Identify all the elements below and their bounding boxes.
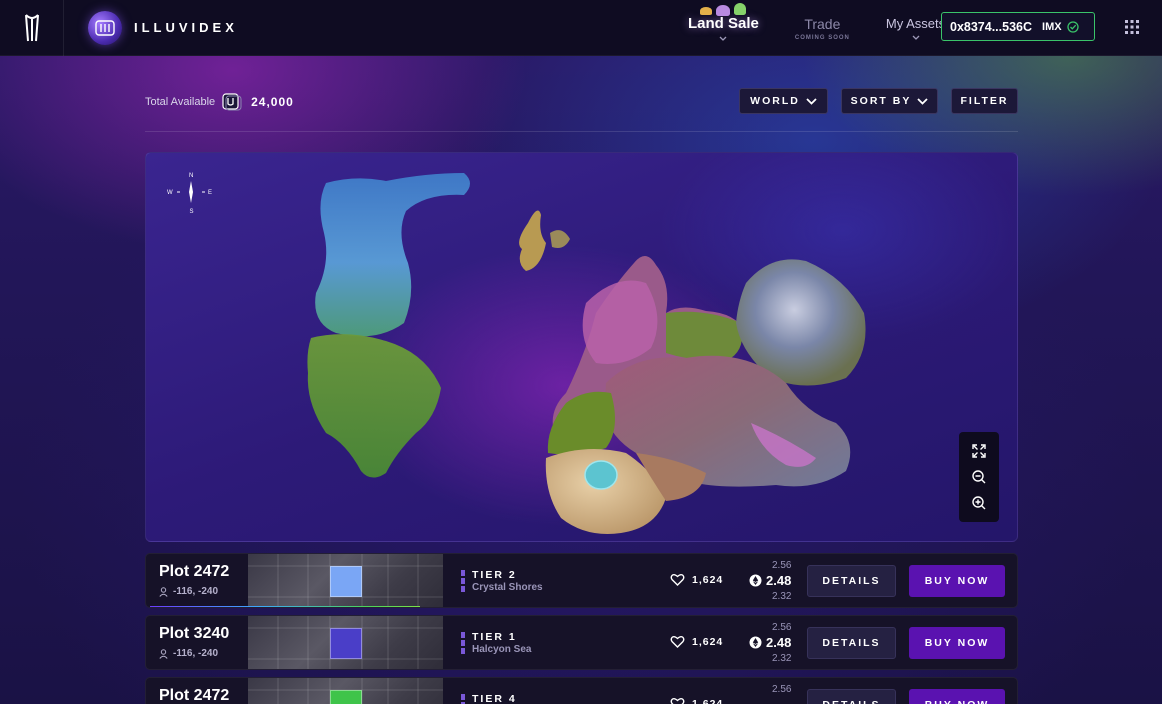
buy-now-button[interactable]: BUY NOW <box>909 627 1005 659</box>
app-grid-icon[interactable] <box>1124 19 1140 35</box>
compass-w: W <box>167 190 173 196</box>
plot-likes-count: 1,624 <box>692 573 724 586</box>
sort-by-dropdown-label: SORT BY <box>850 95 912 107</box>
wallet-token: IMX <box>1042 20 1062 33</box>
plot-region: Crystal Shores <box>472 582 543 593</box>
plot-price: 2.48 <box>749 635 791 650</box>
plot-thumbnail <box>248 616 443 669</box>
details-button[interactable]: DETAILS <box>807 627 896 659</box>
top-header: ILLUVIDEX Land Sale Trade COMING SOON My… <box>0 0 1162 56</box>
plot-name: Plot 3240 <box>159 625 230 642</box>
plot-coords: -116, -240 <box>159 648 218 659</box>
nav-trade-label: Trade <box>804 15 841 32</box>
eth-icon <box>749 636 762 649</box>
tier-indicator <box>461 570 465 592</box>
map-zoom-controls <box>959 432 999 522</box>
chevron-down-icon <box>806 97 817 105</box>
user-icon <box>159 648 168 659</box>
nav-land-sale-label: Land Sale <box>688 14 759 32</box>
plot-price-value: 2.48 <box>766 635 792 650</box>
illuvium-logo-icon <box>24 13 39 41</box>
heart-icon <box>670 636 685 648</box>
compass-s: S <box>190 209 194 215</box>
chevron-down-icon <box>912 35 919 40</box>
compass-icon: N S W E <box>167 173 212 215</box>
plot-thumbnail <box>248 678 443 704</box>
land-sale-deco-icon <box>690 2 757 17</box>
details-button[interactable]: DETAILS <box>807 689 896 704</box>
plot-likes[interactable]: 1,624 <box>670 697 723 704</box>
plot-coords: -116, -240 <box>159 586 218 597</box>
zoom-in-icon[interactable] <box>971 495 987 511</box>
nav-trade-sublabel: COMING SOON <box>794 34 850 41</box>
map-terrain <box>307 173 866 534</box>
zoom-out-icon[interactable] <box>971 469 987 485</box>
plot-price-high: 2.56 <box>772 622 792 633</box>
compass-n: N <box>189 173 193 179</box>
total-available-value: 24,000 <box>251 95 294 109</box>
plot-highlight <box>330 628 362 659</box>
plot-price-low: 2.32 <box>772 653 792 664</box>
plot-tier: TIER 2 <box>472 569 517 581</box>
plot-name: Plot 2472 <box>159 687 230 704</box>
illuvium-logo[interactable] <box>0 0 64 56</box>
plot-price-high: 2.56 <box>772 560 792 571</box>
fullscreen-icon[interactable] <box>971 443 987 459</box>
plot-price: 2.48 <box>749 573 791 588</box>
check-circle-icon <box>1066 20 1079 33</box>
land-token-icon <box>222 93 242 111</box>
plot-progress-bar <box>150 606 420 607</box>
tier-indicator <box>461 632 465 654</box>
buy-now-button[interactable]: BUY NOW <box>909 689 1005 704</box>
total-available-label: Total Available <box>145 96 216 108</box>
plot-likes-count: 1,624 <box>692 697 724 704</box>
plot-price-low: 2.32 <box>772 591 792 602</box>
details-button[interactable]: DETAILS <box>807 565 896 597</box>
plot-region: Halcyon Sea <box>472 644 532 655</box>
plot-highlight <box>330 566 362 597</box>
nav-trade[interactable]: Trade COMING SOON <box>777 16 868 41</box>
world-dropdown[interactable]: WORLD <box>739 88 828 114</box>
wallet-button[interactable]: 0x8374...536C IMX <box>941 12 1095 41</box>
plot-highlight <box>330 690 362 704</box>
illuvidex-logo-icon[interactable] <box>88 10 122 45</box>
chevron-down-icon <box>719 36 727 41</box>
main-nav: Land Sale Trade COMING SOON My Assets <box>670 0 963 56</box>
tier-indicator <box>461 694 465 704</box>
total-available: Total Available 24,000 <box>145 93 294 111</box>
plot-price-high: 2.56 <box>772 684 792 695</box>
plot-row[interactable]: Plot 2472 TIER 4 1,624 2.56 <box>145 677 1018 704</box>
heart-icon <box>670 698 685 704</box>
eth-icon <box>749 574 762 587</box>
plot-coords-value: -116, -240 <box>173 586 219 597</box>
compass-e: E <box>208 190 212 196</box>
toolbar: Total Available 24,000 WORLD SORT BY FIL… <box>145 88 1018 116</box>
buy-now-button[interactable]: BUY NOW <box>909 565 1005 597</box>
nav-land-sale[interactable]: Land Sale <box>670 2 777 42</box>
sort-by-dropdown[interactable]: SORT BY <box>841 88 938 114</box>
plot-tier: TIER 1 <box>472 631 517 643</box>
plot-row[interactable]: Plot 2472 -116, -240 TIER 2 Crystal Shor… <box>145 553 1018 608</box>
filter-button-label: FILTER <box>960 95 1009 107</box>
world-dropdown-label: WORLD <box>750 95 800 107</box>
plot-name: Plot 2472 <box>159 563 230 580</box>
plot-likes-count: 1,624 <box>692 635 724 648</box>
heart-icon <box>670 574 685 586</box>
plot-thumbnail <box>248 554 443 607</box>
filter-button[interactable]: FILTER <box>951 88 1018 114</box>
plot-likes[interactable]: 1,624 <box>670 635 723 648</box>
plot-tier: TIER 4 <box>472 693 517 704</box>
plot-likes[interactable]: 1,624 <box>670 573 723 586</box>
plot-price-value: 2.48 <box>766 573 792 588</box>
plot-row[interactable]: Plot 3240 -116, -240 TIER 1 Halcyon Sea <box>145 615 1018 670</box>
toolbar-divider <box>145 131 1018 132</box>
chevron-down-icon <box>917 97 928 105</box>
user-icon <box>159 586 168 597</box>
plot-coords-value: -116, -240 <box>173 648 219 659</box>
brand-name: ILLUVIDEX <box>134 20 238 35</box>
wallet-address: 0x8374...536C <box>950 19 1033 34</box>
nav-my-assets-label: My Assets <box>885 15 946 31</box>
world-map[interactable]: N S W E <box>145 152 1018 542</box>
